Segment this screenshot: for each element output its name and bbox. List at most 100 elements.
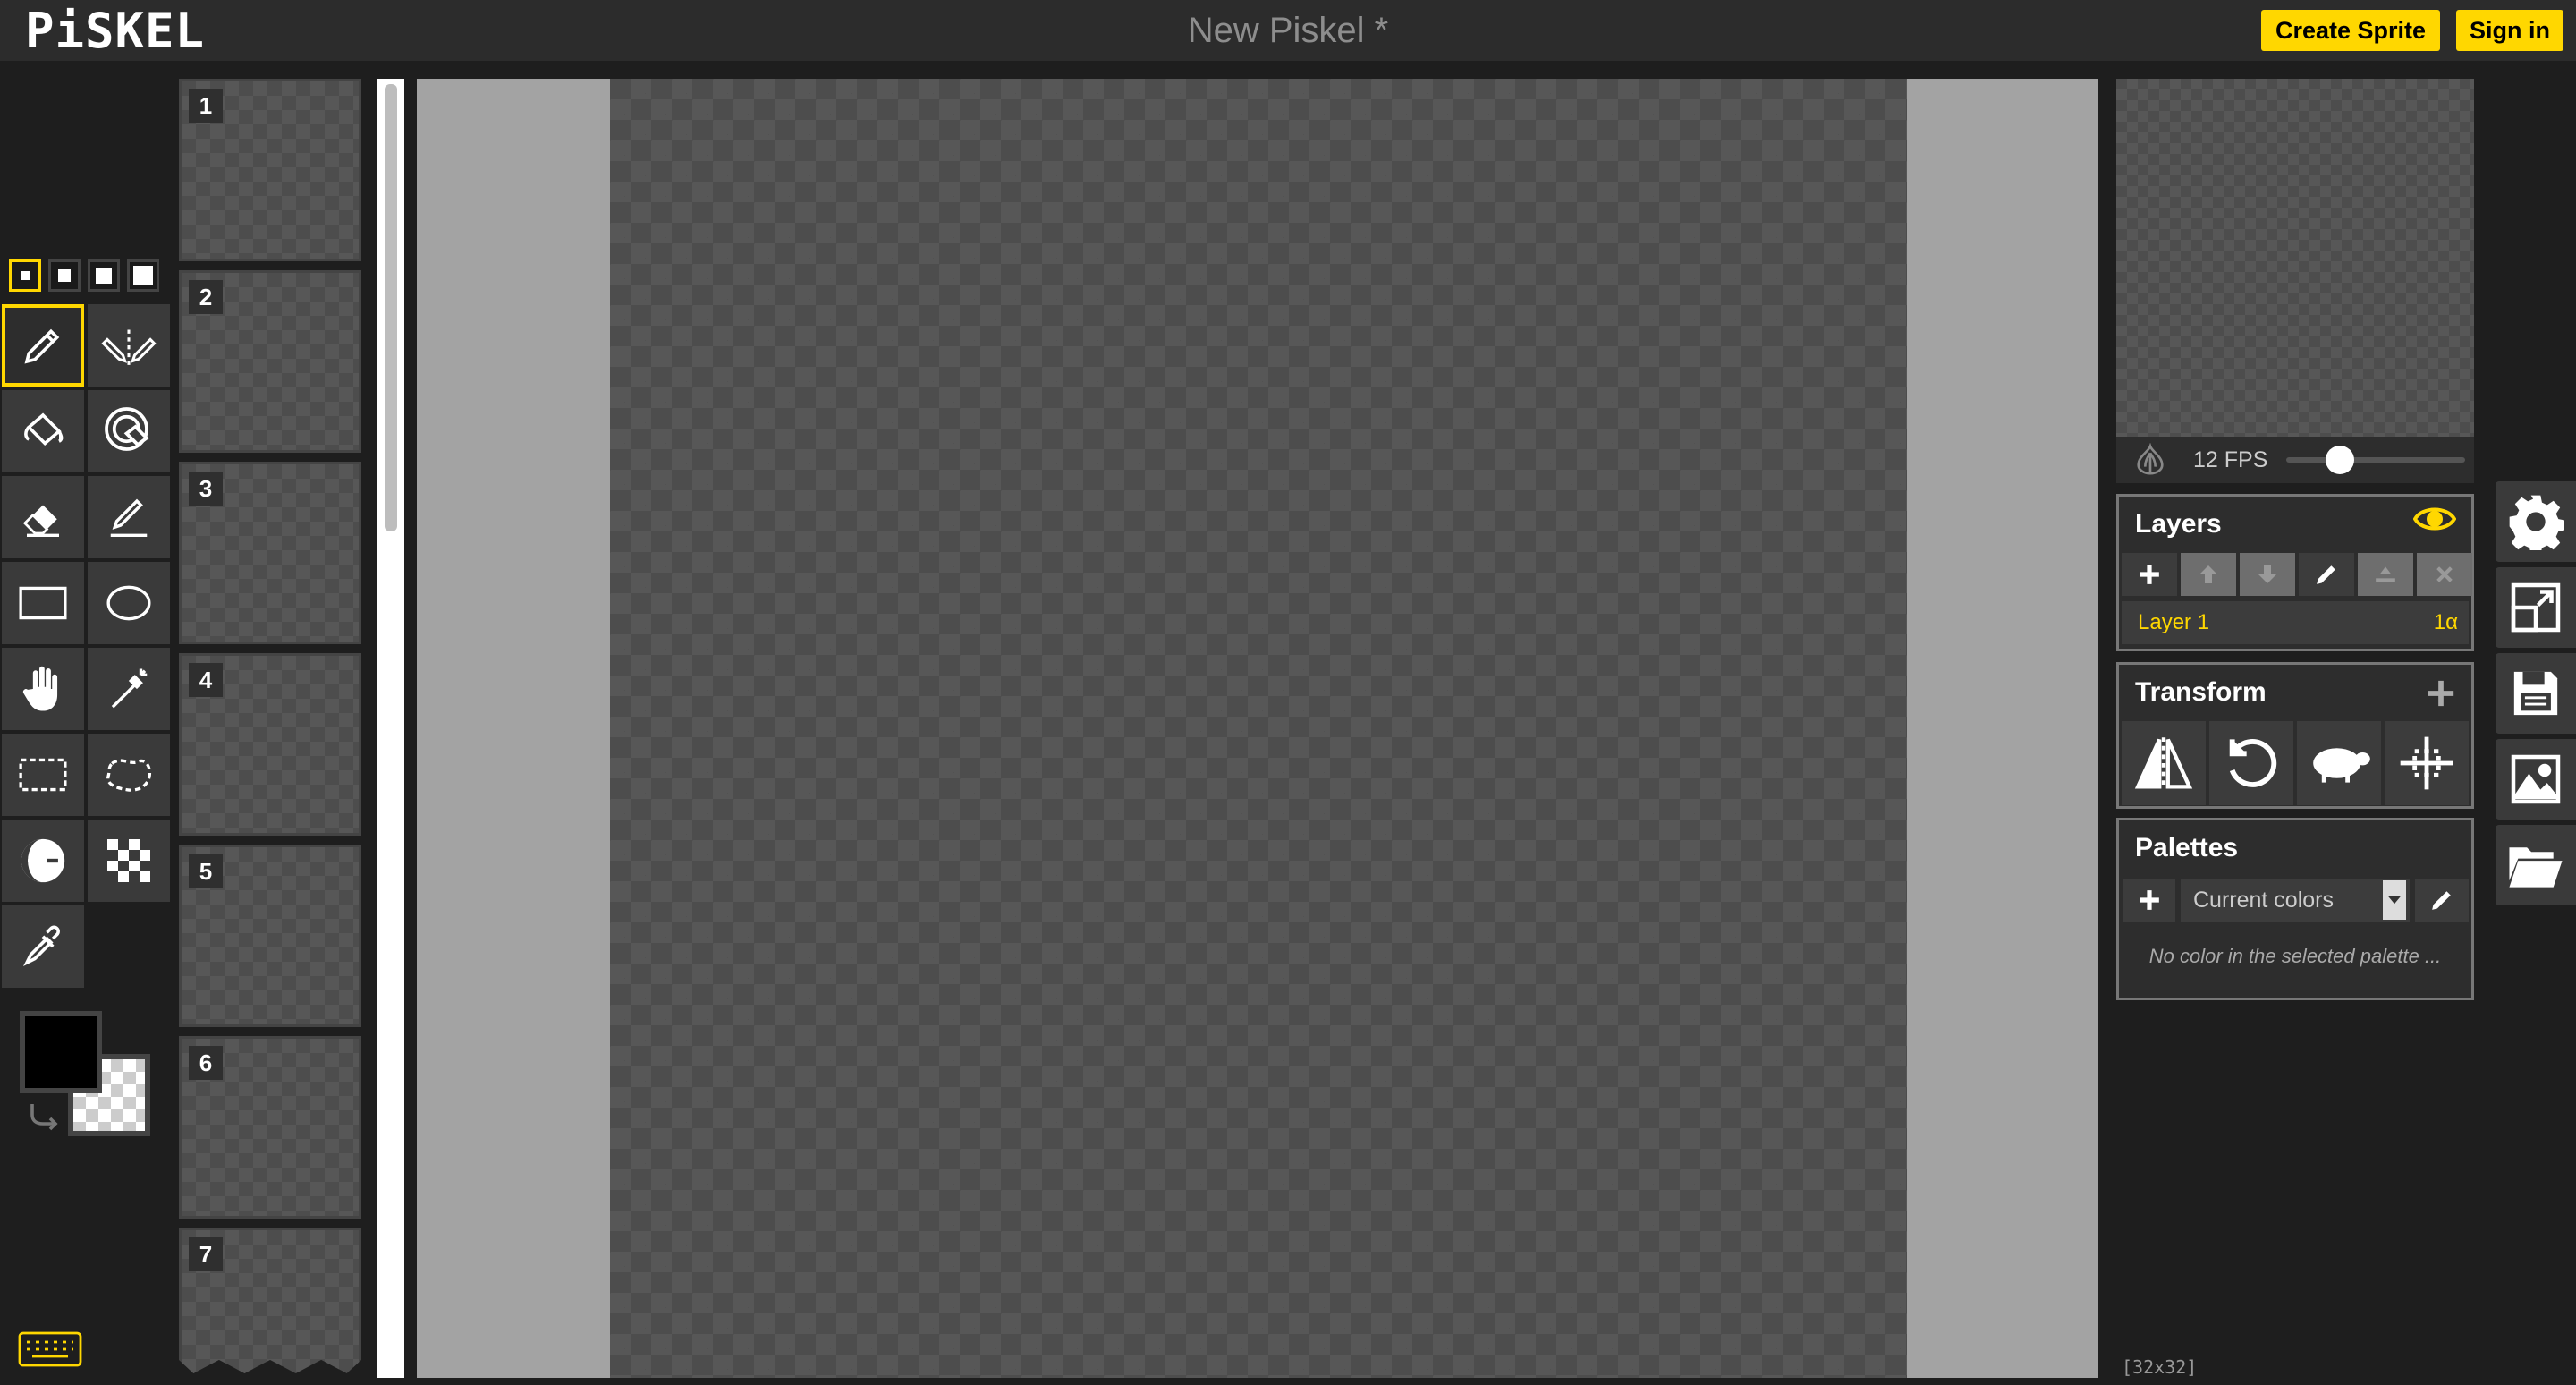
line-icon: [110, 498, 148, 537]
flip-button[interactable]: [2122, 721, 2206, 805]
primary-color-swatch[interactable]: [20, 1011, 102, 1093]
vertical-mirror-pen-tool[interactable]: [88, 304, 170, 387]
pencil-icon: [2317, 565, 2335, 584]
onion-skin-toggle[interactable]: [2122, 440, 2179, 480]
image-icon: [2511, 754, 2561, 804]
rotate-button[interactable]: [2209, 721, 2293, 805]
move-layer-down-button[interactable]: [2240, 553, 2295, 596]
transform-expand-icon[interactable]: [2426, 678, 2456, 709]
frame-number: 3: [189, 472, 223, 506]
plus-icon: [2140, 890, 2159, 910]
fps-slider-track[interactable]: [2286, 457, 2465, 463]
folder-open-icon: [2509, 847, 2563, 888]
frame-thumbnail[interactable]: 1: [179, 79, 361, 261]
create-sprite-button[interactable]: Create Sprite: [2261, 10, 2440, 51]
paint-bucket-tool[interactable]: [2, 390, 84, 472]
resize-icon: [2511, 582, 2561, 633]
pen-tool[interactable]: [2, 304, 84, 387]
frame-thumbnail[interactable]: 3: [179, 462, 361, 644]
palettes-title: Palettes: [2135, 833, 2239, 862]
sign-in-button[interactable]: Sign in: [2456, 10, 2563, 51]
circle-icon: [106, 585, 151, 621]
add-palette-button[interactable]: [2123, 879, 2175, 922]
stroke-tool[interactable]: [88, 476, 170, 558]
pen-size-4[interactable]: [127, 259, 159, 292]
gear-icon: [2509, 495, 2564, 550]
export-button[interactable]: [2496, 739, 2576, 820]
palette-select-value: Current colors: [2193, 888, 2334, 913]
bucket-icon: [24, 412, 64, 446]
close-icon: [2436, 566, 2453, 582]
canvas-resolution: [32x32]: [2122, 1356, 2198, 1378]
fps-slider-handle[interactable]: [2326, 446, 2354, 474]
swap-colors-icon[interactable]: [27, 1100, 63, 1131]
edit-palette-button[interactable]: [2415, 879, 2469, 922]
delete-layer-button[interactable]: [2417, 553, 2472, 596]
dithering-tool[interactable]: [88, 820, 170, 902]
resize-button[interactable]: [2496, 567, 2576, 648]
rectangle-selection-tool[interactable]: [2, 734, 84, 816]
rotate-icon: [2229, 739, 2277, 787]
edit-layer-button[interactable]: [2299, 553, 2354, 596]
rectangle-tool[interactable]: [2, 562, 84, 644]
lasso-selection-tool[interactable]: [88, 734, 170, 816]
lasso-icon: [106, 759, 152, 792]
move-layer-up-button[interactable]: [2181, 553, 2236, 596]
transform-title: Transform: [2135, 677, 2267, 707]
move-tool[interactable]: [2, 648, 84, 730]
lighten-tool[interactable]: [2, 820, 84, 902]
frame-number: 6: [189, 1046, 223, 1080]
lighten-icon: [21, 838, 65, 883]
add-layer-button[interactable]: [2122, 553, 2177, 596]
keyboard-shortcuts-icon[interactable]: [18, 1331, 82, 1367]
drawing-canvas[interactable]: [610, 79, 1907, 1378]
frame-thumbnail[interactable]: 6: [179, 1036, 361, 1219]
animation-preview[interactable]: [2116, 79, 2474, 437]
align-center-icon: [2400, 736, 2453, 790]
layers-title: Layers: [2135, 509, 2222, 539]
frame-number: 1: [189, 89, 223, 123]
target-bucket-icon: [105, 407, 149, 451]
merge-icon: [2376, 566, 2395, 582]
pencil-icon: [2432, 891, 2451, 910]
mirror-pen-icon: [101, 329, 157, 365]
plus-icon: [2140, 565, 2159, 584]
circle-tool[interactable]: [88, 562, 170, 644]
checker-icon: [107, 839, 150, 882]
frames-scrollbar-thumb[interactable]: [385, 84, 397, 531]
merge-layer-button[interactable]: [2358, 553, 2413, 596]
floppy-disk-icon: [2513, 671, 2558, 716]
eraser-tool[interactable]: [2, 476, 84, 558]
pen-size-3[interactable]: [88, 259, 120, 292]
paint-all-same-color-tool[interactable]: [88, 390, 170, 472]
center-button[interactable]: [2385, 721, 2469, 805]
arrow-down-icon: [2258, 565, 2276, 583]
chevron-down-icon[interactable]: [2383, 880, 2406, 920]
frame-thumbnail[interactable]: 2: [179, 270, 361, 453]
document-title: New Piskel *: [1187, 11, 1389, 50]
layer-opacity[interactable]: 1α: [2415, 601, 2458, 644]
hand-icon: [22, 666, 58, 711]
fps-label: 12 FPS: [2193, 447, 2268, 472]
pen-size-1[interactable]: [9, 259, 41, 292]
eyedropper-icon: [22, 925, 60, 967]
flip-icon: [2134, 737, 2193, 789]
arrow-up-icon: [2199, 565, 2217, 583]
shape-selection-tool[interactable]: [88, 648, 170, 730]
clone-button[interactable]: [2297, 721, 2381, 805]
eye-icon[interactable]: [2413, 503, 2456, 535]
pencil-icon: [24, 328, 60, 364]
color-picker-tool[interactable]: [2, 905, 84, 988]
save-button[interactable]: [2496, 653, 2576, 734]
pen-size-2[interactable]: [48, 259, 80, 292]
settings-button[interactable]: [2496, 481, 2576, 562]
frame-thumbnail[interactable]: 7: [179, 1228, 361, 1373]
import-button[interactable]: [2496, 825, 2576, 905]
frame-thumbnail[interactable]: 5: [179, 845, 361, 1027]
magic-wand-icon: [111, 668, 148, 709]
frame-thumbnail[interactable]: 4: [179, 653, 361, 836]
palette-empty-message: No color in the selected palette ...: [2148, 945, 2442, 967]
frame-number: 7: [189, 1237, 223, 1271]
dashed-rect-icon: [19, 758, 67, 792]
sheep-icon: [2313, 748, 2370, 783]
